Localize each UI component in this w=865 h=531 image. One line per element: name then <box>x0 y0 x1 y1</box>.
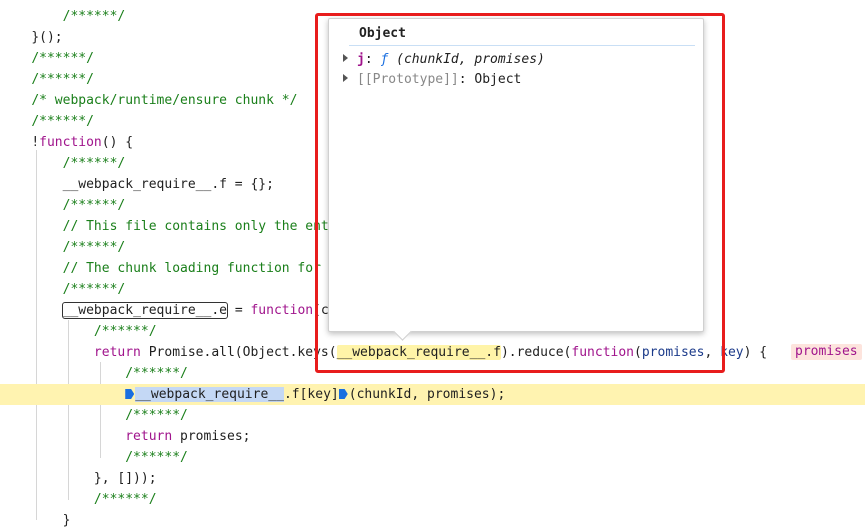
code-param: key <box>720 345 744 360</box>
breakpoint-marker-icon[interactable] <box>125 389 135 399</box>
code-text: ) { <box>743 345 768 360</box>
prototype-value: Object <box>474 72 522 87</box>
popover-divider <box>349 45 695 46</box>
code-text: () { <box>101 135 134 150</box>
code-comment: /******/ <box>62 156 126 171</box>
code-keyword: return <box>93 345 141 360</box>
code-text: ! <box>31 135 40 150</box>
code-param: promises <box>641 345 705 360</box>
code-text: (chunkId, promises); <box>348 387 506 402</box>
code-line: /******/ <box>0 447 865 468</box>
code-keyword: return <box>125 429 173 444</box>
property-row-j[interactable]: j: ƒ (chunkId, promises) <box>343 50 545 70</box>
code-text: .f[key] <box>283 387 339 402</box>
function-signature: (chunkId, promises) <box>388 52 545 67</box>
code-keyword: function <box>39 135 102 150</box>
code-text: Promise.all(Object.keys( <box>140 345 337 360</box>
code-text: ( <box>634 345 642 360</box>
hovered-expression[interactable]: __webpack_require__.e <box>61 302 229 319</box>
code-comment: /******/ <box>125 408 188 423</box>
expand-triangle-icon[interactable] <box>343 74 348 82</box>
code-text: promises; <box>172 429 251 444</box>
code-comment: /******/ <box>62 9 126 24</box>
code-comment: /* webpack/runtime/ensure chunk */ <box>31 93 298 108</box>
code-line: } <box>0 510 865 531</box>
object-preview-popover: Object j: ƒ (chunkId, promises) [[Protot… <box>328 18 704 341</box>
code-keyword: function <box>571 345 635 360</box>
code-comment: /******/ <box>62 198 126 213</box>
inline-value-badge[interactable]: promises <box>791 344 862 360</box>
inspected-expression[interactable]: __webpack_require__.f <box>336 345 501 360</box>
paused-execution-line: __webpack_require__.f[key] (chunkId, prom… <box>0 384 865 405</box>
code-text: }, [])); <box>93 471 157 486</box>
prototype-key: [[Prototype]] <box>357 72 459 87</box>
code-comment: /******/ <box>125 366 188 381</box>
code-comment: /******/ <box>93 324 157 339</box>
code-comment: /******/ <box>93 492 157 507</box>
code-line: return promises; <box>0 426 865 447</box>
code-text: = <box>227 303 251 318</box>
code-text: ).reduce( <box>500 345 572 360</box>
property-row-prototype[interactable]: [[Prototype]]: Object <box>343 70 521 90</box>
property-colon: : <box>364 52 381 67</box>
breakpoint-marker-icon[interactable] <box>338 389 348 399</box>
code-line: /******/ <box>0 363 865 384</box>
popover-title: Object <box>359 26 406 41</box>
code-text: , <box>704 345 721 360</box>
code-line: /******/ <box>0 405 865 426</box>
property-colon: : <box>458 72 475 87</box>
code-comment: /******/ <box>31 72 94 87</box>
code-text: __webpack_require__.f = {}; <box>62 177 274 192</box>
code-line: }, [])); <box>0 468 865 489</box>
selected-expression[interactable]: __webpack_require__ <box>135 387 284 402</box>
code-comment: /******/ <box>31 114 94 129</box>
code-keyword: function <box>250 303 314 318</box>
code-line: /******/ <box>0 489 865 510</box>
code-comment: /******/ <box>125 450 188 465</box>
code-comment: /******/ <box>62 282 126 297</box>
code-text: }(); <box>31 30 63 45</box>
code-comment: /******/ <box>62 240 126 255</box>
property-key: j <box>357 52 365 67</box>
code-comment: /******/ <box>31 51 94 66</box>
code-text: (c <box>313 303 329 318</box>
expand-triangle-icon[interactable] <box>343 54 348 62</box>
code-comment: // The chunk loading function for <box>62 261 321 276</box>
code-line: return Promise.all(Object.keys(__webpack… <box>0 342 865 363</box>
code-text: } <box>62 513 71 528</box>
code-comment: // This file contains only the ent <box>62 219 329 234</box>
